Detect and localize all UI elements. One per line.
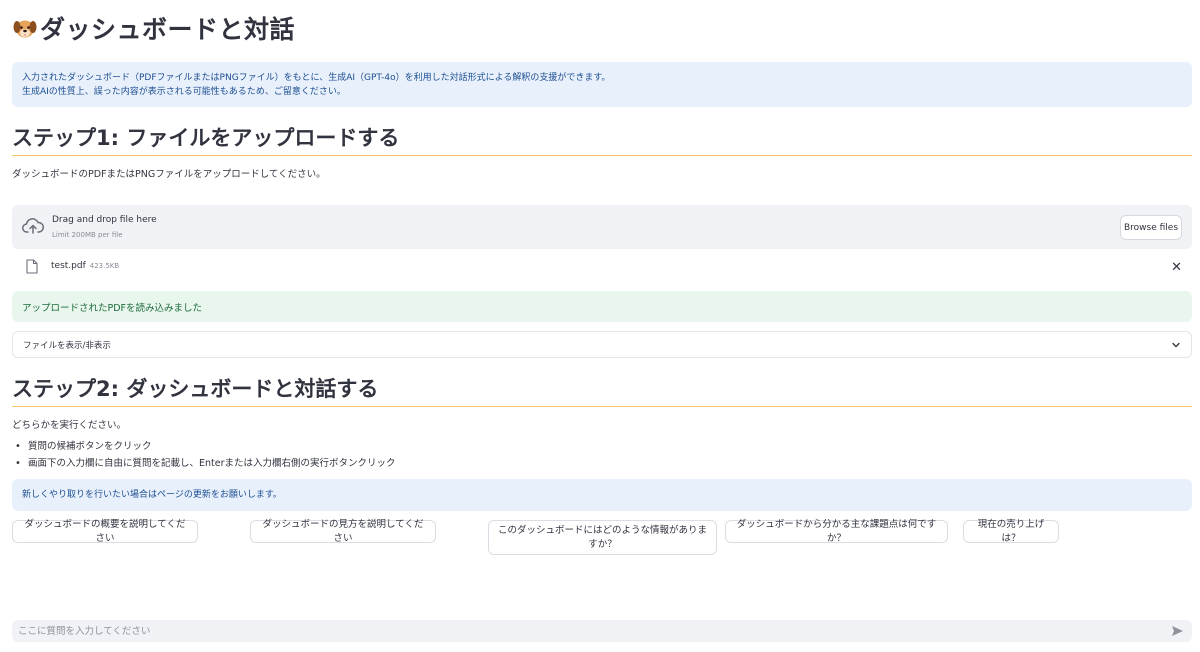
file-size: 423.5KB	[89, 262, 120, 270]
dropzone-limit: Limit 200MB per file	[52, 231, 123, 239]
step2-instruction: どちらかを実行ください。	[12, 420, 127, 431]
suggestion-button-info[interactable]: このダッシュボードにはどのような情報がありますか？	[488, 520, 717, 555]
page-title: ダッシュボードと対話	[12, 10, 295, 46]
refresh-note-info-box: 新しくやり取りを行いたい場合はページの更新をお願いします。	[12, 479, 1192, 511]
upload-success-alert: アップロードされたPDFを読み込みました	[12, 291, 1192, 322]
dropzone-title: Drag and drop file here	[52, 215, 157, 225]
step1-instruction: ダッシュボードのPDFまたはPNGファイルをアップロードしてください。	[12, 169, 326, 180]
uploaded-file-row: test.pdf 423.5KB ✕	[12, 257, 1192, 279]
bullet-item: 質問の候補ボタンをクリック	[12, 440, 396, 457]
chevron-down-icon	[1172, 342, 1180, 347]
intro-line-1: 入力されたダッシュボード（PDFファイルまたはPNGファイル）をもとに、生成AI…	[22, 72, 611, 83]
refresh-note-text: 新しくやり取りを行いたい場合はページの更新をお願いします。	[22, 490, 282, 500]
app-page: ダッシュボードと対話 入力されたダッシュボード（PDFファイルまたはPNGファイ…	[0, 0, 1200, 652]
file-name-text: test.pdf	[51, 261, 86, 271]
cloud-upload-icon	[22, 218, 44, 234]
uploaded-file-name: test.pdf 423.5KB	[51, 261, 119, 271]
suggestion-button-overview[interactable]: ダッシュボードの概要を説明してください	[12, 519, 198, 544]
intro-info-box: 入力されたダッシュボード（PDFファイルまたはPNGファイル）をもとに、生成AI…	[12, 62, 1192, 107]
dog-face-icon	[13, 20, 37, 38]
bullet-item: 画面下の入力欄に自由に質問を記載し、Enterまたは入力欄右側の実行ボタンクリッ…	[12, 457, 396, 474]
file-icon	[26, 259, 38, 274]
suggestion-button-issues[interactable]: ダッシュボードから分かる主な課題点は何ですか？	[725, 519, 948, 544]
intro-line-2: 生成AIの性質上、誤った内容が表示される可能性もあるため、ご留意ください。	[22, 86, 346, 97]
send-icon[interactable]	[1171, 625, 1184, 637]
expander-label: ファイルを表示/非表示	[23, 340, 111, 351]
step2-heading: ステップ2: ダッシュボードと対話する	[12, 373, 1192, 407]
step2-bullet-list: 質問の候補ボタンをクリック 画面下の入力欄に自由に質問を記載し、Enterまたは…	[12, 440, 396, 474]
page-title-text: ダッシュボードと対話	[40, 15, 296, 44]
remove-file-close-icon[interactable]: ✕	[1171, 260, 1182, 275]
chat-input-bar	[12, 620, 1192, 642]
file-view-expander[interactable]: ファイルを表示/非表示	[12, 331, 1192, 358]
file-dropzone[interactable]: Drag and drop file here Limit 200MB per …	[12, 205, 1192, 249]
step1-heading: ステップ1: ファイルをアップロードする	[12, 122, 1192, 156]
suggestion-button-how-to-read[interactable]: ダッシュボードの見方を説明してください	[250, 519, 436, 544]
suggestion-button-sales[interactable]: 現在の売り上げは？	[963, 519, 1059, 544]
browse-files-button[interactable]: Browse files	[1120, 215, 1182, 240]
chat-input[interactable]	[12, 620, 1162, 642]
